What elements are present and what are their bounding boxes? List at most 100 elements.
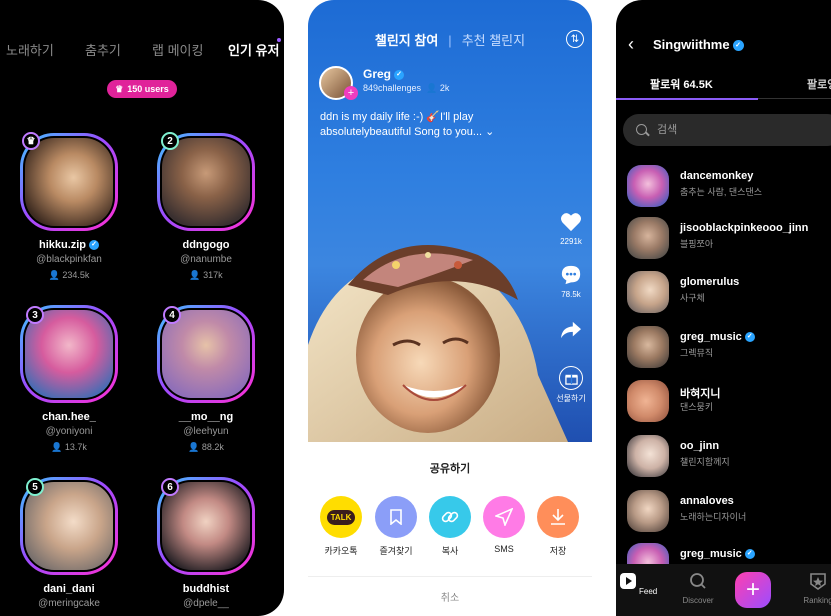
list-item[interactable]: annaloves 노래하는디자이너 <box>627 490 831 534</box>
nav-feed-label: Feed <box>639 587 658 596</box>
follower-name: jisooblackpinkeooo_jinn <box>680 222 809 234</box>
tab-dancing[interactable]: 춤추기 <box>85 40 121 59</box>
share-kakaotalk-button[interactable]: TALK 카카오톡 <box>319 496 363 557</box>
share-copy-label: 복사 <box>441 546 459 556</box>
user-card[interactable]: ♛ hikku.zip ✓ @blackpinkfan 👤 234.5k <box>14 132 124 293</box>
user-handle: @dpele__ <box>183 598 229 609</box>
gift-button[interactable]: 선물하기 <box>556 366 586 404</box>
share-save-label: 저장 <box>549 546 567 556</box>
rank-badge: 6 <box>161 478 179 496</box>
share-save-button[interactable]: 저장 <box>536 496 580 557</box>
followers-screen: ‹ Singwiithme✓ 팔로워 64.5K 팔로잉 검색 dancemon… <box>616 0 831 616</box>
avatar <box>627 326 669 368</box>
follower-name: greg_music ✓ <box>680 548 755 560</box>
user-card[interactable]: 5 dani_dani @meringcake <box>14 477 124 616</box>
send-icon <box>495 508 513 526</box>
user-handle: @meringcake <box>38 598 100 609</box>
user-handle: @yoniyoni <box>45 426 93 437</box>
follower-name: glomerulus <box>680 276 740 288</box>
avatar <box>627 380 669 422</box>
verified-icon: ✓ <box>394 69 405 80</box>
share-title: 공유하기 <box>429 463 471 475</box>
video-caption[interactable]: ddn is my daily life :-) 🎸I'll play abso… <box>320 110 540 140</box>
follower-desc: 챌린지함께지 <box>680 457 730 467</box>
share-sms-label: SMS <box>494 544 514 554</box>
nav-feed[interactable]: Feed <box>618 572 658 596</box>
cancel-button[interactable]: 취소 <box>308 589 592 604</box>
tab-join-challenge[interactable]: 챌린지 참여 <box>375 33 438 48</box>
like-button[interactable]: 2291k <box>556 210 586 246</box>
share-kakaotalk-label: 카카오톡 <box>324 546 358 556</box>
user-handle: @blackpinkfan <box>36 254 102 265</box>
share-sms-button[interactable]: SMS <box>482 496 526 554</box>
popular-users-screen: 노래하기 춤추기 랩 메이킹 인기 유저 ♛ 150 users ♛ hikku… <box>0 0 284 616</box>
share-button[interactable] <box>556 318 586 345</box>
list-item[interactable]: jisooblackpinkeooo_jinn 블핑쪼아 <box>627 217 831 261</box>
avatar <box>627 217 669 259</box>
video-player[interactable]: 챌린지 참여 | 추천 챌린지 ⇅ + Greg ✓ 849challenges 👤 … <box>308 0 592 442</box>
list-item[interactable]: greg_music ✓ 그렉뮤직 <box>627 326 831 370</box>
list-item[interactable]: oo_jinn 챌린지함께지 <box>627 435 831 479</box>
verified-icon: ✓ <box>89 240 100 251</box>
creator-name[interactable]: Greg ✓ <box>363 67 405 81</box>
follower-name: dancemonkey <box>680 170 754 182</box>
discover-icon <box>690 573 706 589</box>
category-tabs: 노래하기 춤추기 랩 메이킹 인기 유저 <box>0 40 284 60</box>
challenge-video-screen: 챌린지 참여 | 추천 챌린지 ⇅ + Greg ✓ 849challenges 👤 … <box>308 0 592 616</box>
nav-ranking[interactable]: Ranking <box>798 572 831 605</box>
rank-badge: 2 <box>161 132 179 150</box>
follower-name: annaloves <box>680 495 734 507</box>
bottom-nav: Feed Discover + Ranking <box>616 564 831 616</box>
avatar <box>627 490 669 532</box>
rank-badge: 3 <box>26 306 44 324</box>
search-input[interactable]: 검색 <box>623 114 831 146</box>
crown-icon: ♛ <box>22 132 40 150</box>
create-button[interactable]: + <box>735 572 771 608</box>
comment-icon <box>559 263 583 287</box>
share-bookmark-button[interactable]: 즐겨찾기 <box>374 496 418 557</box>
tab-recommended-challenge[interactable]: 추천 챌린지 <box>462 33 525 48</box>
avatar <box>627 271 669 313</box>
user-followers: 👤 13.7k <box>51 442 87 452</box>
tab-following[interactable]: 팔로잉 <box>807 76 831 92</box>
plus-icon: + <box>745 576 760 603</box>
share-copy-button[interactable]: 복사 <box>428 496 472 557</box>
follower-desc: 댄스뭉키 <box>680 402 714 412</box>
page-title: Singwiithme ✓ <box>653 37 744 52</box>
nav-ranking-label: Ranking <box>803 596 831 605</box>
user-card[interactable]: 6 buddhist @dpele__ <box>151 477 261 616</box>
list-item[interactable]: glomerulus 사구체 <box>627 271 831 315</box>
tab-singing[interactable]: 노래하기 <box>6 40 54 59</box>
list-item[interactable]: dancemonkey 춤추는 사람, 댄스댄스 <box>627 165 831 209</box>
ranking-icon <box>810 573 826 590</box>
user-name: hikku.zip ✓ <box>14 239 124 251</box>
follower-name: greg_music ✓ <box>680 331 755 343</box>
avatar <box>627 435 669 477</box>
back-arrow-icon[interactable]: ‹ <box>628 34 634 55</box>
user-followers: 👤 234.5k <box>48 270 90 280</box>
follow-plus-icon[interactable]: + <box>344 86 358 100</box>
kakaotalk-icon: TALK <box>326 509 356 525</box>
tab-followers[interactable]: 팔로워 64.5K <box>650 76 713 92</box>
user-card[interactable]: 3 chan.hee_ @yoniyoni 👤 13.7k <box>14 305 124 465</box>
users-count-badge: ♛ 150 users <box>107 80 177 98</box>
gift-label: 선물하기 <box>556 394 586 403</box>
verified-icon: ✓ <box>744 332 755 343</box>
user-name: ddngogo <box>182 239 230 251</box>
follower-name: oo_jinn <box>680 440 720 452</box>
tab-rap-making[interactable]: 랩 메이킹 <box>152 40 203 59</box>
gift-icon <box>559 366 583 390</box>
user-card[interactable]: 2 ddngogo @nanumbe 👤 317k <box>151 132 261 293</box>
follower-desc: 그렉뮤직 <box>680 348 714 358</box>
download-icon <box>551 509 565 525</box>
filter-icon[interactable]: ⇅ <box>566 30 584 48</box>
crown-icon: ♛ <box>115 83 124 94</box>
tab-popular-users[interactable]: 인기 유저 <box>228 40 279 59</box>
avatar <box>162 138 250 226</box>
user-card[interactable]: 4 __mo__ng @leehyun 👤 88.2k <box>151 305 261 465</box>
challenge-header: 챌린지 참여 | 추천 챌린지 <box>374 33 526 48</box>
search-placeholder: 검색 <box>657 124 678 136</box>
comment-button[interactable]: 78.5k <box>556 263 586 299</box>
list-item[interactable]: 바혀지니 댄스뭉키 <box>627 380 831 424</box>
nav-discover[interactable]: Discover <box>678 572 718 605</box>
